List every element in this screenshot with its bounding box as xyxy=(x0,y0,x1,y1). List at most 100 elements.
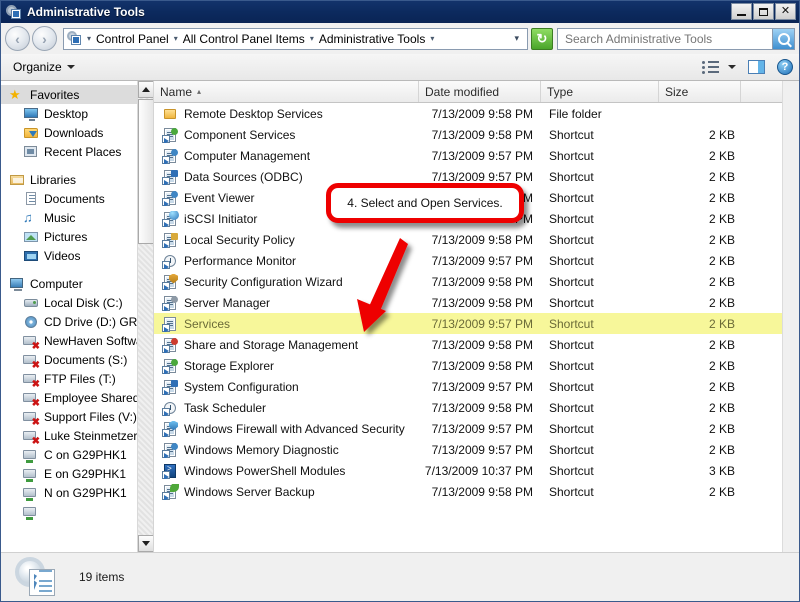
breadcrumb-item-control-panel[interactable]: Control Panel xyxy=(94,32,171,46)
table-row[interactable]: Server Manager 7/13/2009 9:58 PM Shortcu… xyxy=(154,292,799,313)
file-size: 2 KB xyxy=(708,358,735,373)
table-row[interactable]: Remote Desktop Services 7/13/2009 9:58 P… xyxy=(154,103,799,124)
table-row[interactable]: Security Configuration Wizard 7/13/2009 … xyxy=(154,271,799,292)
file-date: 7/13/2009 9:57 PM xyxy=(431,316,533,331)
sidebar-item-luke-steinmetzer[interactable]: Luke Steinmetzer's xyxy=(1,426,153,445)
table-row-services-selected[interactable]: Services 7/13/2009 9:57 PM Shortcut 2 KB xyxy=(154,313,799,334)
sidebar-item-favorites[interactable]: ★ Favorites xyxy=(1,85,153,104)
file-name-cell: Storage Explorer xyxy=(154,358,419,374)
file-name-cell: Computer Management xyxy=(154,148,419,164)
table-row[interactable]: Task Scheduler 7/13/2009 9:58 PM Shortcu… xyxy=(154,397,799,418)
sidebar-item-e-on-g29phk1[interactable]: E on G29PHK1 xyxy=(1,464,153,483)
search-box[interactable] xyxy=(557,27,795,50)
maximize-button[interactable] xyxy=(753,3,774,20)
column-header-date-modified[interactable]: Date modified xyxy=(419,81,541,102)
sidebar-item-partial[interactable] xyxy=(1,502,153,521)
sidebar-item-libraries[interactable]: Libraries xyxy=(1,170,153,189)
data-sources-icon xyxy=(162,169,178,185)
sidebar-item-c-on-g29phk1[interactable]: C on G29PHK1 xyxy=(1,445,153,464)
file-type: Shortcut xyxy=(549,253,594,268)
server-backup-icon xyxy=(162,483,179,500)
table-row[interactable]: Windows Server Backup 7/13/2009 9:58 PM … xyxy=(154,481,799,502)
chevron-right-icon-0[interactable]: ▾ xyxy=(84,34,94,43)
search-input[interactable] xyxy=(563,30,772,47)
sidebar-item-local-disk-c[interactable]: Local Disk (C:) xyxy=(1,293,153,312)
file-name: Component Services xyxy=(184,127,296,142)
table-row[interactable]: Component Services 7/13/2009 9:58 PM Sho… xyxy=(154,124,799,145)
window-title: Administrative Tools xyxy=(27,5,145,19)
breadcrumb-item-all-control-panel-items[interactable]: All Control Panel Items xyxy=(181,32,307,46)
sidebar-scrollbar[interactable] xyxy=(137,81,153,552)
sidebar-item-downloads[interactable]: Downloads xyxy=(1,123,153,142)
forward-button[interactable]: › xyxy=(32,26,57,51)
file-type: Shortcut xyxy=(549,400,594,415)
chevron-right-icon-1[interactable]: ▾ xyxy=(171,34,181,43)
sidebar-item-desktop[interactable]: Desktop xyxy=(1,104,153,123)
table-row[interactable]: Windows PowerShell Modules 7/13/2009 10:… xyxy=(154,460,799,481)
sidebar-item-documents[interactable]: Documents xyxy=(1,189,153,208)
file-size: 2 KB xyxy=(708,421,735,436)
sidebar-item-newhaven-software[interactable]: NewHaven Softwar xyxy=(1,331,153,350)
explorer-window: Administrative Tools ✕ ‹ › ▾ Control Pan… xyxy=(0,0,800,602)
help-icon[interactable]: ? xyxy=(777,59,793,75)
sidebar-item-n-on-g29phk1[interactable]: N on G29PHK1 xyxy=(1,483,153,502)
sidebar-item-computer[interactable]: Computer xyxy=(1,274,153,293)
view-dropdown-icon[interactable] xyxy=(728,65,736,69)
file-date: 7/13/2009 9:58 PM xyxy=(431,127,533,142)
column-header-name[interactable]: Name ▴ xyxy=(154,81,419,102)
breadcrumb[interactable]: ▾ Control Panel ▾ All Control Panel Item… xyxy=(63,27,528,50)
file-date: 7/13/2009 9:58 PM xyxy=(431,295,533,310)
file-size: 2 KB xyxy=(708,127,735,142)
table-row[interactable]: Share and Storage Management 7/13/2009 9… xyxy=(154,334,799,355)
sidebar-item-pictures[interactable]: Pictures xyxy=(1,227,153,246)
table-row[interactable]: Computer Management 7/13/2009 9:57 PM Sh… xyxy=(154,145,799,166)
file-type: Shortcut xyxy=(549,211,594,226)
list-view-icon[interactable] xyxy=(702,60,719,74)
column-header-label: Name xyxy=(160,84,193,99)
preview-pane-icon[interactable] xyxy=(748,60,765,74)
sidebar-label: Downloads xyxy=(44,125,104,140)
refresh-button[interactable]: ↻ xyxy=(531,27,553,50)
search-icon[interactable] xyxy=(772,28,794,49)
file-name-cell: Windows PowerShell Modules xyxy=(154,463,419,479)
table-row[interactable]: Local Security Policy 7/13/2009 9:58 PM … xyxy=(154,229,799,250)
title-bar: Administrative Tools ✕ xyxy=(1,1,799,23)
column-header-type[interactable]: Type xyxy=(541,81,659,102)
organize-button[interactable]: Organize xyxy=(7,58,81,76)
close-button[interactable]: ✕ xyxy=(775,3,796,20)
sidebar-item-recent-places[interactable]: Recent Places xyxy=(1,142,153,161)
sidebar-item-cd-drive-d[interactable]: CD Drive (D:) GRM xyxy=(1,312,153,331)
file-list-scrollbar[interactable] xyxy=(782,81,799,552)
file-size: 2 KB xyxy=(708,400,735,415)
sidebar-item-ftp-files-t[interactable]: FTP Files (T:) xyxy=(1,369,153,388)
file-name: System Configuration xyxy=(184,379,299,394)
sidebar-item-employee-shared[interactable]: Employee Shared F xyxy=(1,388,153,407)
minimize-button[interactable] xyxy=(731,3,752,20)
address-history-dropdown-icon[interactable]: ▾ xyxy=(508,33,525,44)
table-row[interactable]: Windows Memory Diagnostic 7/13/2009 9:57… xyxy=(154,439,799,460)
chevron-right-icon-3[interactable]: ▾ xyxy=(427,34,437,43)
table-row[interactable]: Windows Firewall with Advanced Security … xyxy=(154,418,799,439)
file-name: Windows Server Backup xyxy=(184,484,315,499)
sidebar-item-documents-s[interactable]: Documents (S:) xyxy=(1,350,153,369)
sidebar-item-videos[interactable]: Videos xyxy=(1,246,153,265)
table-row[interactable]: Storage Explorer 7/13/2009 9:58 PM Short… xyxy=(154,355,799,376)
table-row[interactable]: Performance Monitor 7/13/2009 9:57 PM Sh… xyxy=(154,250,799,271)
scroll-up-arrow-icon[interactable] xyxy=(138,81,153,98)
scroll-down-arrow-icon[interactable] xyxy=(138,535,153,552)
file-name: Windows PowerShell Modules xyxy=(184,463,346,478)
file-type: File folder xyxy=(549,106,602,121)
recent-places-icon xyxy=(23,144,39,160)
file-date: 7/13/2009 9:57 PM xyxy=(431,169,533,184)
sidebar-scrollbar-thumb[interactable] xyxy=(138,99,153,244)
back-button[interactable]: ‹ xyxy=(5,26,30,51)
breadcrumb-item-administrative-tools[interactable]: Administrative Tools xyxy=(317,32,428,46)
disconnected-network-drive-icon xyxy=(23,390,40,407)
file-type: Shortcut xyxy=(549,148,594,163)
chevron-right-icon-2[interactable]: ▾ xyxy=(307,34,317,43)
column-header-size[interactable]: Size xyxy=(659,81,741,102)
sidebar-item-support-files-v[interactable]: Support Files (V:) xyxy=(1,407,153,426)
sidebar-item-music[interactable]: ♫ Music xyxy=(1,208,153,227)
table-row[interactable]: System Configuration 7/13/2009 9:57 PM S… xyxy=(154,376,799,397)
